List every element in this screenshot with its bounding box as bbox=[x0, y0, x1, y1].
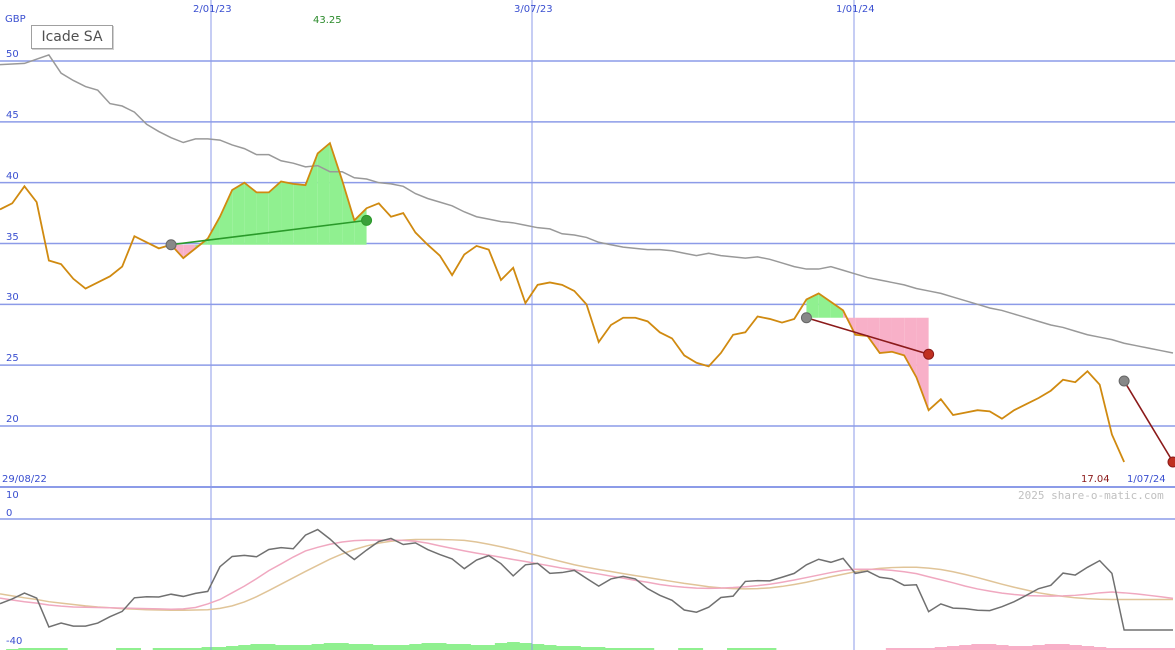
price-tick-35: 35 bbox=[6, 232, 19, 243]
volume-bar bbox=[482, 645, 496, 650]
price-tick-30: 30 bbox=[6, 292, 19, 303]
volume-bar bbox=[959, 645, 972, 650]
volume-bar bbox=[274, 645, 288, 650]
volume-bar bbox=[1056, 644, 1070, 650]
volume-bar bbox=[1069, 645, 1082, 650]
oscillator-lines bbox=[0, 528, 1174, 631]
osc-tick-minus40: -40 bbox=[6, 636, 23, 647]
currency-label: GBP bbox=[5, 14, 26, 25]
oscillator-signal-tan bbox=[0, 538, 1173, 612]
volume-bar bbox=[409, 644, 423, 650]
volume-bar bbox=[555, 646, 569, 650]
volume-bar bbox=[531, 644, 545, 650]
date-label-1: 2/01/23 bbox=[193, 4, 232, 15]
chart-canvas bbox=[0, 0, 1175, 650]
volume-bar bbox=[360, 644, 374, 650]
trade-fill-segment bbox=[317, 143, 330, 245]
volume-bar bbox=[971, 644, 985, 650]
trade-fill-segment bbox=[879, 317, 892, 353]
volume-bar bbox=[1008, 646, 1021, 650]
volume-bar bbox=[226, 646, 239, 650]
osc-tick-10: 10 bbox=[6, 490, 19, 501]
price-tick-20: 20 bbox=[6, 414, 19, 425]
start-date-label: 29/08/22 bbox=[2, 474, 47, 485]
trade-exit-marker bbox=[923, 348, 935, 360]
volume-bar bbox=[397, 645, 410, 650]
trade-fill-segment bbox=[219, 189, 233, 245]
volume-bar bbox=[323, 643, 337, 650]
trade-fill-segment bbox=[329, 143, 343, 245]
volume-bar bbox=[445, 644, 459, 650]
trade-lines bbox=[165, 214, 1175, 468]
trade-fill-segment bbox=[867, 317, 880, 353]
oscillator-signal-pink bbox=[0, 539, 1174, 610]
trade-fills bbox=[171, 143, 929, 411]
trade-exit-marker bbox=[361, 214, 373, 226]
volume-bar bbox=[507, 642, 520, 650]
price-tick-50: 50 bbox=[6, 49, 19, 60]
volume-bar bbox=[238, 645, 251, 650]
volume-bar bbox=[494, 643, 508, 650]
trade-fill-segment bbox=[891, 317, 905, 356]
oscillator-main bbox=[0, 528, 1173, 631]
volume-bar bbox=[311, 644, 325, 650]
end-date-label: 1/07/24 bbox=[1127, 474, 1166, 485]
volume-bar bbox=[568, 646, 581, 650]
series-lines bbox=[0, 54, 1174, 463]
volume-bar bbox=[983, 644, 997, 650]
volume-bar bbox=[458, 644, 471, 650]
volume-bar bbox=[543, 645, 557, 650]
volume-bar bbox=[995, 645, 1009, 650]
volume-bar bbox=[287, 645, 300, 650]
date-label-3: 1/01/24 bbox=[836, 4, 875, 15]
volume-bar bbox=[946, 646, 960, 650]
high-value-label: 43.25 bbox=[313, 15, 342, 26]
volume-bar bbox=[1044, 644, 1058, 650]
volume-bar bbox=[433, 643, 447, 650]
volume-bars bbox=[6, 642, 1175, 650]
price-tick-40: 40 bbox=[6, 171, 19, 182]
trade-fill-segment bbox=[256, 192, 269, 245]
moving-average-line bbox=[0, 54, 1174, 354]
volume-bar bbox=[348, 644, 361, 650]
volume-bar bbox=[372, 645, 386, 650]
volume-bar bbox=[1020, 646, 1033, 650]
trade-entry-marker bbox=[800, 312, 812, 324]
trade-exit-marker bbox=[1167, 456, 1175, 468]
volume-bar bbox=[1081, 646, 1095, 650]
volume-bar bbox=[421, 643, 435, 650]
last-value-label: 17.04 bbox=[1081, 474, 1110, 485]
grid bbox=[0, 0, 1175, 650]
volume-bar bbox=[299, 645, 313, 650]
trade-fill-segment bbox=[281, 181, 294, 245]
volume-bar bbox=[336, 643, 349, 650]
volume-bar bbox=[470, 645, 484, 650]
price-line bbox=[0, 141, 1125, 463]
volume-bar bbox=[1032, 645, 1046, 650]
trade-entry-marker bbox=[165, 239, 177, 251]
date-label-2: 3/07/23 bbox=[514, 4, 553, 15]
osc-tick-0: 0 bbox=[6, 508, 13, 519]
volume-bar bbox=[262, 644, 276, 650]
trade-entry-marker bbox=[1118, 375, 1130, 387]
copyright-label: 2025 share-o-matic.com bbox=[1018, 489, 1164, 502]
price-tick-25: 25 bbox=[6, 353, 19, 364]
volume-bar bbox=[519, 643, 533, 650]
trade-trend-line bbox=[1123, 380, 1174, 463]
price-tick-45: 45 bbox=[6, 110, 19, 121]
volume-bar bbox=[250, 644, 264, 650]
chart-title: Icade SA bbox=[31, 25, 113, 49]
volume-bar bbox=[384, 645, 398, 650]
trade-fill-segment bbox=[293, 183, 306, 245]
